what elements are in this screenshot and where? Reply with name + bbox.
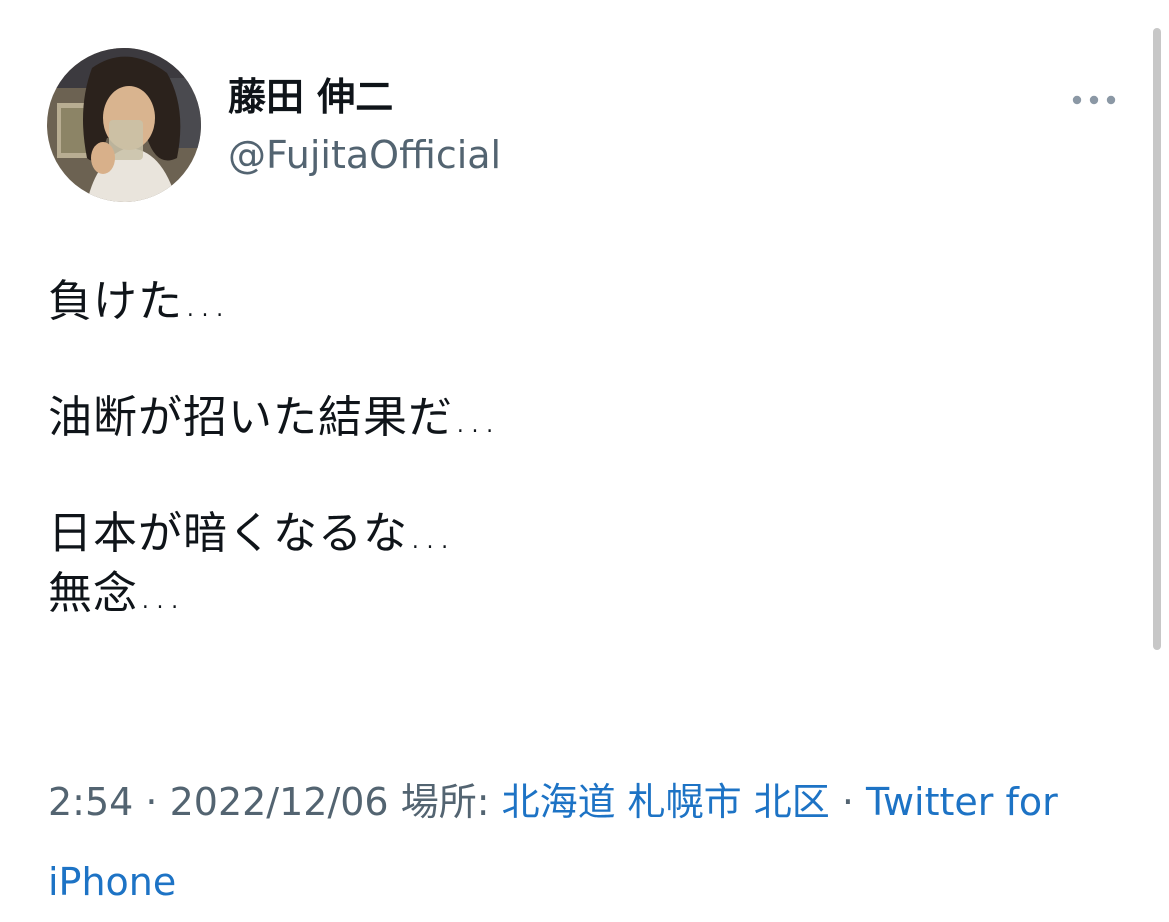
- meta-separator: ·: [829, 780, 867, 824]
- tweet-line: 日本が暗くなるな…: [48, 508, 453, 559]
- tweet-metadata: 2:54 · 2022/12/06 場所: 北海道 札幌市 北区 · Twitt…: [48, 762, 1108, 922]
- author-avatar[interactable]: [47, 48, 201, 202]
- avatar-photo: [47, 48, 201, 202]
- scrollbar-thumb[interactable]: [1153, 28, 1161, 650]
- tweet-line: 負けた…: [48, 276, 228, 327]
- tweet-date[interactable]: 2022/12/06: [170, 780, 389, 824]
- tweet-time[interactable]: 2:54: [48, 780, 133, 824]
- meta-separator: ·: [133, 780, 170, 824]
- tweet-line: 油断が招いた結果だ…: [48, 392, 498, 443]
- location-label: 場所:: [388, 780, 502, 824]
- tweet-line: 無念…: [48, 568, 183, 619]
- author-display-name[interactable]: 藤田 伸二: [228, 72, 393, 122]
- more-horizontal-icon: [1072, 95, 1116, 105]
- author-handle[interactable]: @FujitaOfficial: [228, 130, 501, 180]
- location-link[interactable]: 北海道 札幌市 北区: [502, 780, 830, 824]
- tweet-text: 負けた… 油断が招いた結果だ… 日本が暗くなるな… 無念…: [48, 272, 1108, 624]
- more-options-button[interactable]: [1068, 86, 1120, 114]
